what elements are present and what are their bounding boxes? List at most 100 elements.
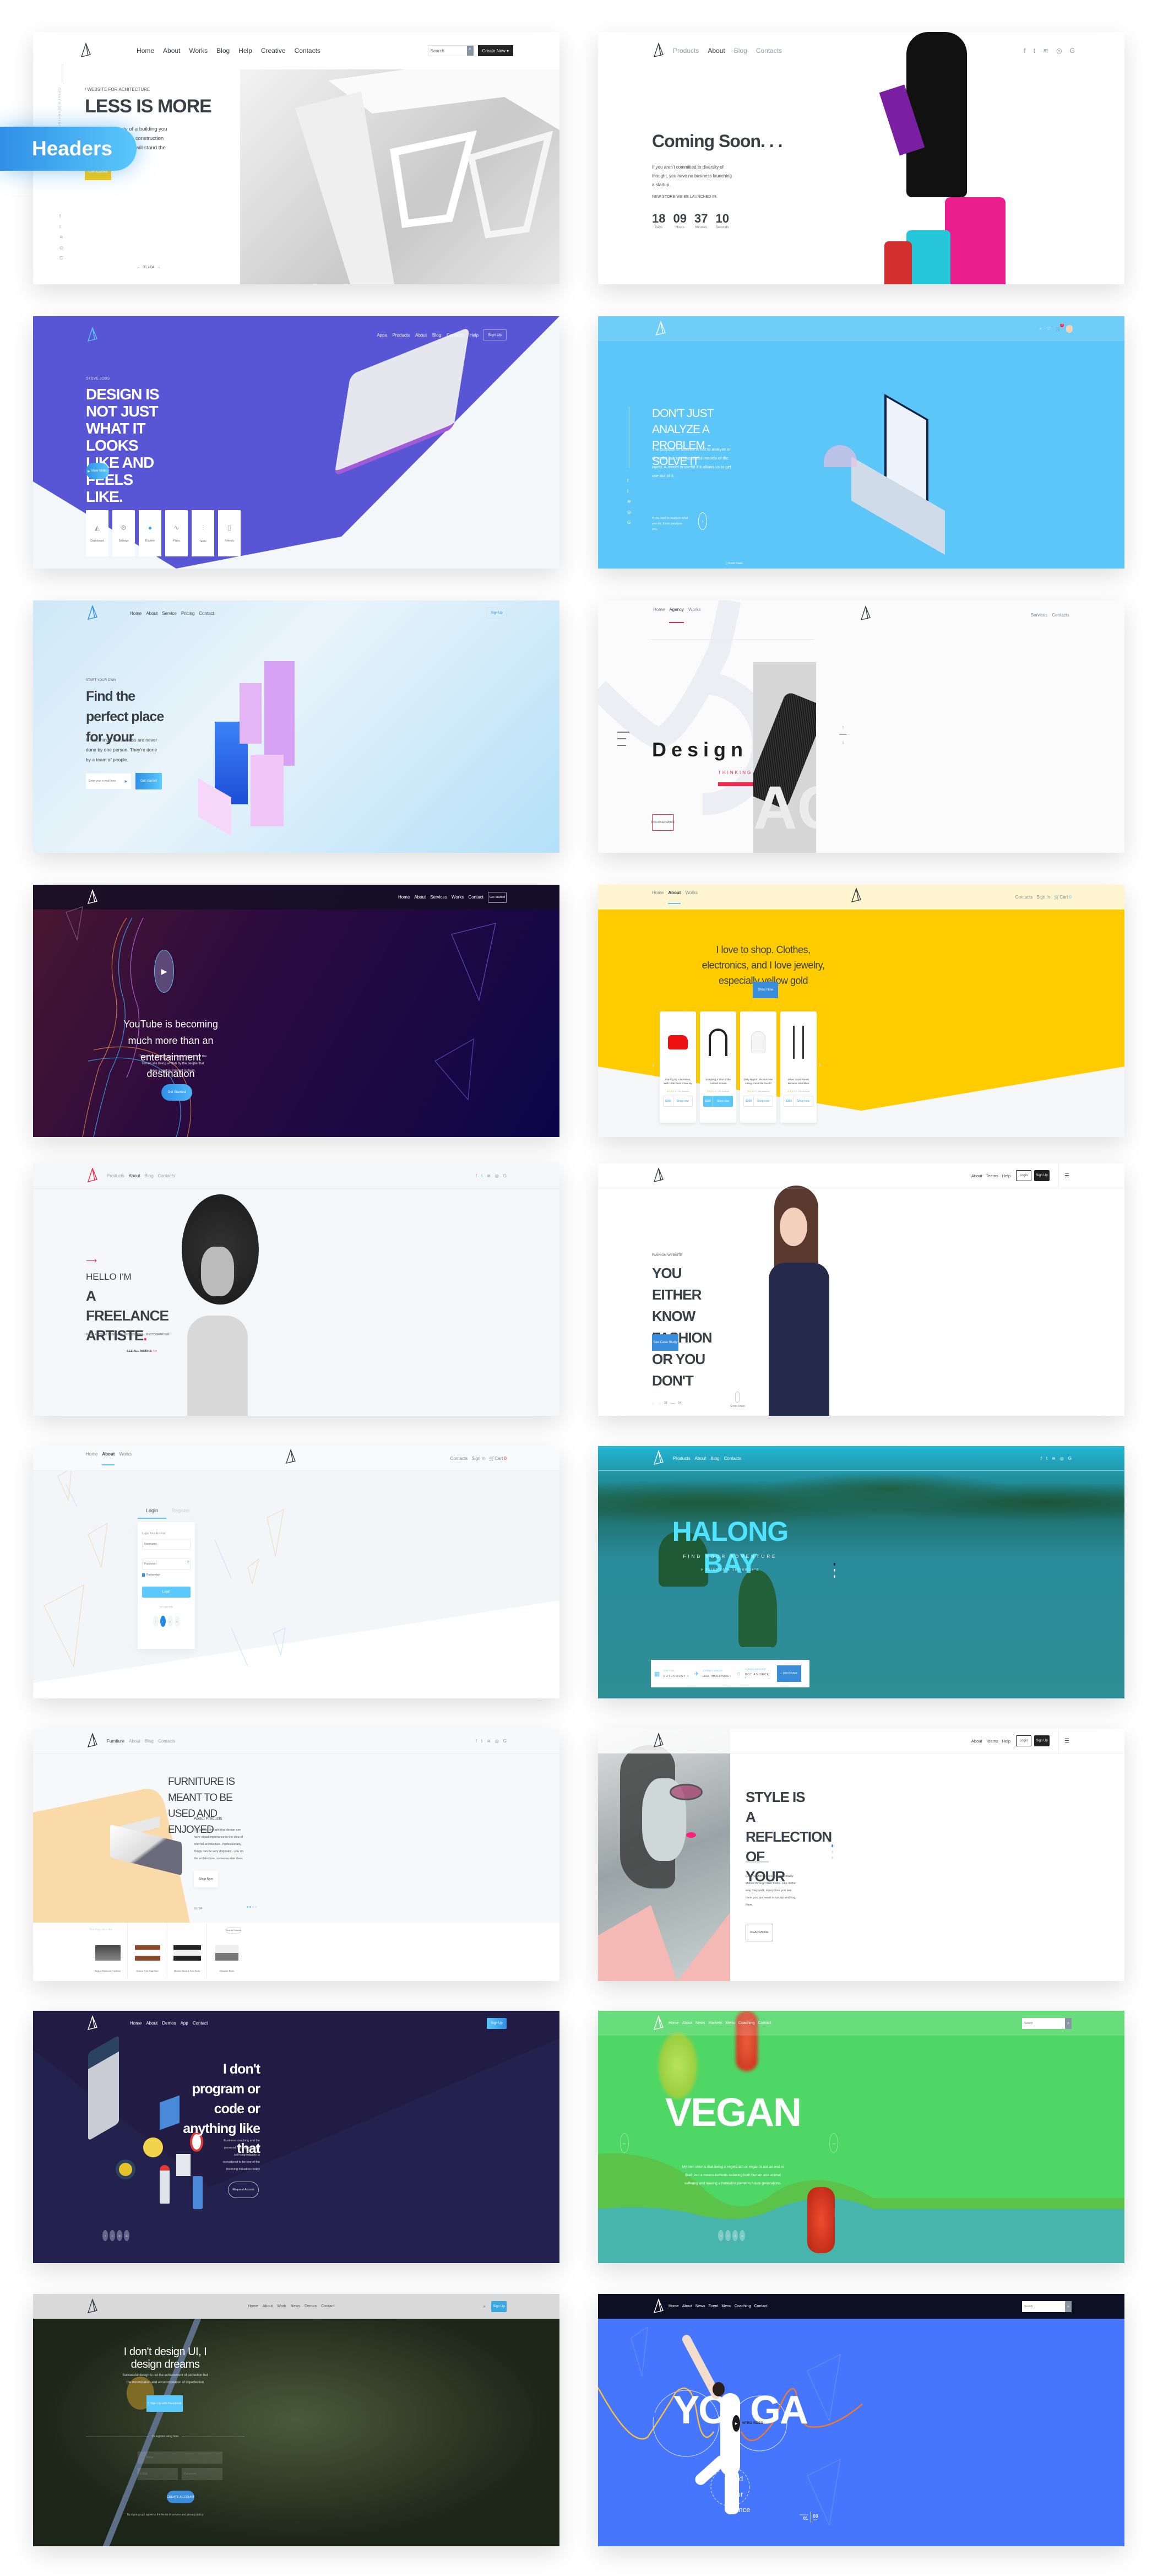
menu-icon[interactable]	[617, 732, 629, 746]
nav-home[interactable]: Home	[653, 607, 665, 623]
nav-works[interactable]: Works	[685, 890, 698, 904]
view-video-button[interactable]: ▶ View Video	[86, 463, 109, 479]
sign-up-button[interactable]: Sign Up	[1034, 1735, 1050, 1746]
nav-contacts[interactable]: Contacts	[1052, 613, 1069, 618]
nav-apps[interactable]: Apps	[377, 333, 387, 338]
nav-demos[interactable]: Demos	[305, 2304, 317, 2308]
card-freelance[interactable]: Products About Blog Contacts f t ≋ ◎ G ⟶ HEL…	[33, 1163, 559, 1416]
card-vegan[interactable]: Home About News Markets Menu Coaching Co…	[598, 2011, 1124, 2263]
card-program[interactable]: Home About Demos App Contact Sign Up I d…	[33, 2011, 559, 2263]
nav-app[interactable]: App	[181, 2021, 188, 2026]
login-button[interactable]: Login	[1016, 1170, 1032, 1181]
product-card[interactable]: Daily Report: Blazeon Has a Bug. Can It …	[740, 1011, 776, 1123]
card-dreams[interactable]: Home About Work News Demos Contact ⌕ Sig…	[33, 2294, 559, 2546]
twitter-icon[interactable]: t	[627, 489, 631, 494]
twitter-icon[interactable]: t	[59, 224, 63, 229]
trip-type-select[interactable]: TRIP TYPE OUTDOORSY ▾	[663, 1669, 691, 1678]
help-icon[interactable]: ?	[187, 1561, 189, 1565]
search-box[interactable]: ⌕	[1022, 2301, 1072, 2312]
slide-pager[interactable]: ← → 01 04	[652, 1401, 681, 1405]
nav-furniture[interactable]: Furniture	[107, 1739, 124, 1744]
heart-icon[interactable]: ♡	[1047, 326, 1051, 331]
nav-home[interactable]: Home	[130, 2021, 142, 2026]
search-icon[interactable]: ⌕	[1039, 326, 1041, 332]
logo-icon[interactable]	[86, 2015, 99, 2032]
logo-icon[interactable]	[652, 2015, 665, 2032]
nav-coaching[interactable]: Coaching	[735, 2304, 751, 2308]
linkedin-icon[interactable]: in	[174, 1616, 180, 1627]
twitter-icon[interactable]: t	[1034, 47, 1035, 55]
twitter-icon[interactable]: t	[110, 2230, 115, 2241]
nav-contacts[interactable]: Contacts	[756, 47, 782, 55]
tab-register[interactable]: Register	[166, 1508, 195, 1519]
terms-text[interactable]: By signing up I agree to the terms of se…	[121, 2513, 209, 2517]
facebook-icon[interactable]: f	[476, 1739, 477, 1744]
facebook-icon[interactable]: f	[476, 1173, 477, 1178]
see-case-study-button[interactable]: See Case Study	[652, 1334, 678, 1351]
twitter-icon[interactable]: t	[725, 2230, 731, 2241]
tile-explore[interactable]: ● Explore	[139, 510, 161, 556]
nav-agency[interactable]: Agency	[669, 607, 684, 623]
login-button[interactable]: Login	[1016, 1735, 1032, 1746]
card-fashion[interactable]: About Teams Help Login Sign Up ☰ FASHION…	[598, 1163, 1124, 1416]
nav-about[interactable]: About	[695, 1456, 707, 1461]
vertical-nav-arrows[interactable]: ↑ ↓	[839, 724, 847, 745]
nav-news[interactable]: News	[695, 2304, 705, 2308]
hamburger-menu-icon[interactable]: ☰	[1058, 1163, 1069, 1188]
discover-more-button[interactable]: DISCOVER MORE	[651, 814, 675, 831]
google-icon[interactable]: G	[59, 256, 63, 261]
logo-icon[interactable]	[86, 1167, 99, 1184]
tile-friends[interactable]: ▯ Friends	[218, 510, 241, 556]
google-icon[interactable]: G	[627, 520, 631, 525]
shop-now-button[interactable]: Shop Now	[194, 1871, 218, 1887]
nav-about[interactable]: About	[971, 1739, 982, 1744]
nav-contact[interactable]: Contact	[321, 2304, 334, 2308]
nav-home[interactable]: Home	[137, 47, 154, 55]
instagram-icon[interactable]: ◎	[495, 1739, 499, 1744]
card-perfect-place[interactable]: Home About Service Pricing Contact Sign …	[33, 600, 559, 853]
logo-icon[interactable]	[284, 1448, 297, 1465]
logo-icon[interactable]	[86, 327, 99, 343]
slide-pager[interactable]: PREVIOUS 01 03 NEXT	[800, 2512, 818, 2523]
nav-about[interactable]: About	[415, 333, 427, 338]
play-video-button[interactable]: ▶	[154, 950, 174, 993]
buy-control[interactable]: $369 Shop now	[784, 1096, 813, 1107]
read-more-button[interactable]: READ MORE	[746, 1924, 773, 1941]
nav-contacts[interactable]: Contacts	[158, 1739, 176, 1744]
nav-teams[interactable]: Teams	[986, 1739, 998, 1744]
nav-news[interactable]: News	[695, 2021, 705, 2025]
sign-up-button[interactable]: Sign Up	[491, 2301, 507, 2312]
nav-products[interactable]: Products	[673, 47, 699, 55]
logo-icon[interactable]	[859, 605, 872, 622]
nav-help[interactable]: Help	[1002, 1739, 1010, 1744]
tile-plans[interactable]: ∿ Plans	[165, 510, 188, 556]
rss-icon[interactable]: ≋	[1043, 47, 1048, 55]
request-access-button[interactable]: Request Access	[228, 2182, 259, 2198]
username-input[interactable]	[142, 1539, 191, 1550]
dribbble-icon[interactable]: ◎	[117, 2230, 122, 2241]
nav-contact[interactable]: Contact	[754, 2304, 768, 2308]
logo-icon[interactable]	[654, 320, 667, 337]
product-card[interactable]: Snapping a Shot of the Android Screen ★★…	[700, 1011, 736, 1123]
tab-login[interactable]: Login	[138, 1508, 166, 1519]
carousel-next-button[interactable]: →	[829, 2133, 838, 2153]
slide-pager[interactable]: ← 01 / 04 →	[135, 261, 162, 273]
nav-blog[interactable]: Blog	[432, 333, 441, 338]
remember-checkbox[interactable]: Remember	[142, 1573, 191, 1577]
scroll-down[interactable]: ▯ Scroll Down	[726, 562, 743, 565]
instagram-icon[interactable]: ◎	[627, 510, 631, 515]
logo-icon[interactable]	[652, 1167, 665, 1184]
buy-control[interactable]: $368 Shop now	[703, 1096, 733, 1107]
carousel-prev-button[interactable]: ←	[620, 2133, 629, 2153]
logo-icon[interactable]	[652, 2298, 665, 2315]
facebook-icon[interactable]: f	[627, 478, 631, 483]
slide-dots[interactable]	[832, 1844, 833, 1859]
search-icon[interactable]: ⌕	[483, 2304, 486, 2309]
buy-control[interactable]: $368 Shop now	[663, 1096, 693, 1107]
shop-now-button[interactable]: Shop Now	[753, 982, 778, 998]
nav-blog[interactable]: Blog	[216, 47, 230, 55]
rss-icon[interactable]: ≋	[487, 1173, 491, 1178]
card-design-thinking[interactable]: Home Agency Works Services Contacts Desi…	[598, 600, 1124, 853]
facebook-signup-button[interactable]: f Sign Up with Facebook	[146, 2395, 183, 2412]
google-icon[interactable]: G	[503, 1173, 507, 1178]
